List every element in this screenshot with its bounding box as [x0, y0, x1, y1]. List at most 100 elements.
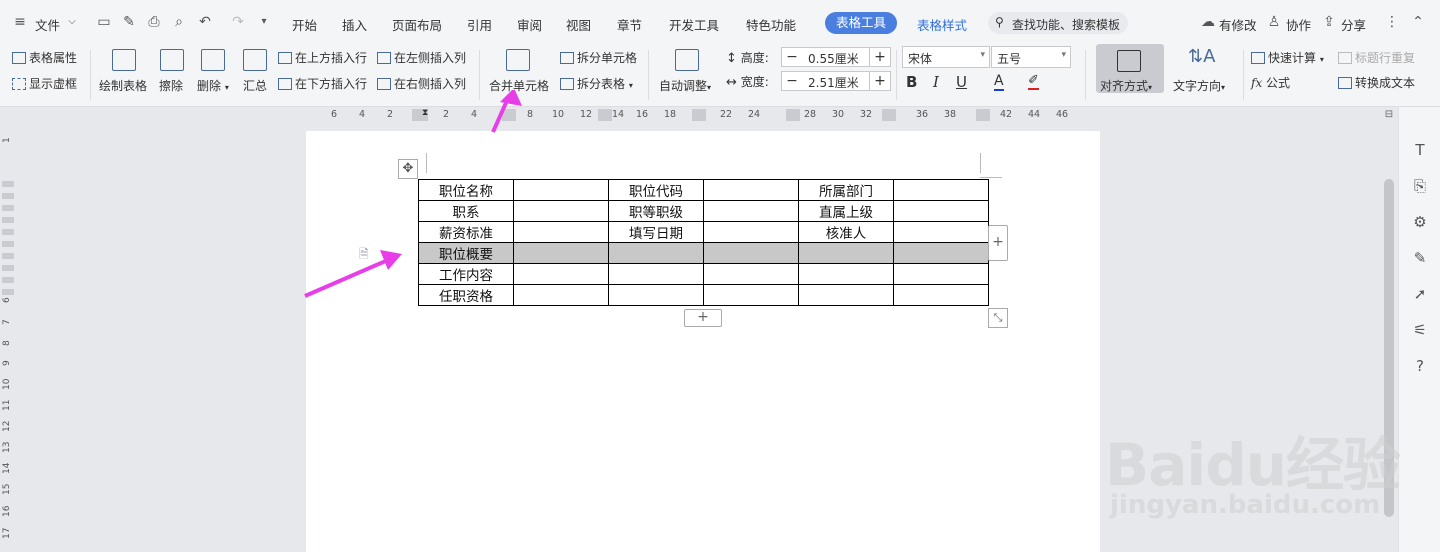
share-button[interactable]: 分享 [1341, 15, 1366, 34]
tab-table-style[interactable]: 表格样式 [917, 15, 967, 34]
auto-fit-button[interactable]: 自动调整▾ [659, 77, 711, 94]
row-height-value[interactable]: 0.55厘米 [808, 50, 859, 67]
decrease-height-button[interactable]: − [782, 48, 802, 66]
table-cell[interactable] [608, 263, 704, 285]
pen-icon[interactable]: ✎ [1410, 249, 1430, 267]
erase-button[interactable]: 擦除 [159, 77, 183, 94]
resize-table-icon[interactable]: ⤡ [988, 308, 1008, 328]
insert-col-left-button[interactable]: 在左侧插入列 [377, 49, 466, 66]
table-cell[interactable] [893, 263, 989, 285]
print-icon[interactable]: ⎙ [146, 14, 162, 30]
increase-height-button[interactable]: + [869, 48, 890, 66]
convert-to-text-button[interactable]: 转换成文本 [1338, 74, 1415, 91]
bold-icon[interactable]: B [906, 73, 917, 91]
ruler-column-marker[interactable] [692, 109, 706, 121]
font-name-select[interactable]: 宋体 ▾ [902, 46, 990, 68]
table-cell[interactable] [703, 179, 799, 201]
table-cell[interactable] [798, 284, 894, 306]
tab-table-tools[interactable]: 表格工具 [825, 12, 897, 34]
summary-button[interactable]: 汇总 [243, 77, 267, 94]
highlight-icon[interactable]: ✐ [1028, 73, 1039, 90]
tab-developer[interactable]: 开发工具 [669, 15, 719, 34]
add-column-icon[interactable]: + [988, 225, 1008, 261]
cursor-icon[interactable]: ➚ [1410, 285, 1430, 303]
ruler-column-marker[interactable] [882, 109, 896, 121]
draw-table-button[interactable]: 绘制表格 [99, 77, 147, 94]
table-cell[interactable] [608, 284, 704, 306]
col-width-spinner[interactable]: − 2.51厘米 + [781, 71, 891, 91]
table-cell[interactable] [608, 242, 704, 264]
format-painter-icon[interactable]: ✎ [121, 14, 137, 30]
scroll-top-icon[interactable]: ⊟ [1383, 109, 1395, 121]
tab-features[interactable]: 特色功能 [746, 15, 796, 34]
table-cell[interactable] [893, 284, 989, 306]
more-icon[interactable]: ▾ [256, 14, 272, 30]
table-cell[interactable]: 核准人 [798, 221, 894, 243]
hamburger-icon[interactable]: ≡ [12, 14, 28, 30]
table-cell[interactable]: 职等职级 [608, 200, 704, 222]
collapse-ribbon-icon[interactable]: ⌃ [1410, 14, 1426, 30]
formula-button[interactable]: fx 公式 [1251, 74, 1290, 91]
save-icon[interactable]: ▭ [96, 14, 112, 30]
more-options-icon[interactable]: ⋮ [1384, 14, 1400, 30]
table-cell[interactable] [893, 200, 989, 222]
document-icon[interactable]: ⎘ [1410, 177, 1430, 195]
tab-home[interactable]: 开始 [292, 15, 317, 34]
show-grid-button[interactable]: 显示虚框 [12, 75, 77, 92]
insert-row-above-button[interactable]: 在上方插入行 [278, 49, 367, 66]
split-cells-button[interactable]: 拆分单元格 [560, 49, 637, 66]
ruler-column-marker[interactable] [976, 109, 990, 121]
increase-width-button[interactable]: + [869, 72, 890, 90]
font-size-select[interactable]: 五号 ▾ [991, 46, 1071, 68]
table-cell[interactable] [893, 221, 989, 243]
align-button[interactable]: 对齐方式▾ [1100, 77, 1152, 94]
tab-review[interactable]: 审阅 [517, 15, 542, 34]
table-cell[interactable] [703, 221, 799, 243]
print-preview-icon[interactable]: ⌕ [171, 14, 187, 30]
tab-references[interactable]: 引用 [467, 15, 492, 34]
sliders-icon[interactable]: ⚟ [1410, 321, 1430, 339]
vertical-ruler[interactable]: 1 6 7 8 9 10 11 12 13 14 15 16 17 [0, 107, 16, 552]
table-props-button[interactable]: 表格属性 [12, 49, 77, 66]
help-icon[interactable]: ? [1410, 357, 1430, 375]
redo-icon[interactable]: ↷ [230, 14, 246, 30]
tab-chapter[interactable]: 章节 [617, 15, 642, 34]
file-menu[interactable]: 文件 [35, 15, 60, 34]
tab-page-layout[interactable]: 页面布局 [392, 15, 442, 34]
ruler-column-marker[interactable] [786, 109, 800, 121]
delete-button[interactable]: 删除 ▾ [197, 77, 229, 94]
split-table-button[interactable]: 拆分表格 ▾ [560, 75, 633, 92]
tab-view[interactable]: 视图 [566, 15, 591, 34]
table-cell[interactable] [703, 242, 799, 264]
search-box[interactable]: ⚲ 查找功能、搜索模板 [988, 12, 1128, 34]
table-cell[interactable]: 填写日期 [608, 221, 704, 243]
table-cell[interactable] [703, 263, 799, 285]
col-width-value[interactable]: 2.51厘米 [808, 74, 859, 91]
decrease-width-button[interactable]: − [782, 72, 802, 90]
undo-icon[interactable]: ↶ [197, 14, 213, 30]
modified-status[interactable]: 有修改 [1219, 15, 1257, 34]
table-cell[interactable] [893, 242, 989, 264]
chevron-down-icon[interactable]: ⌵ [64, 14, 80, 30]
table-cell[interactable] [798, 263, 894, 285]
add-row-icon[interactable]: + [684, 309, 722, 327]
tab-insert[interactable]: 插入 [342, 15, 367, 34]
row-height-spinner[interactable]: − 0.55厘米 + [781, 47, 891, 67]
document-settings-icon[interactable]: ⚙ [1410, 213, 1430, 231]
ruler-column-marker[interactable] [598, 109, 612, 121]
table-cell[interactable]: 所属部门 [798, 179, 894, 201]
text-direction-button[interactable]: 文字方向▾ [1173, 77, 1225, 94]
underline-icon[interactable]: U [956, 73, 967, 91]
collab-button[interactable]: 协作 [1286, 15, 1311, 34]
table-cell[interactable] [703, 284, 799, 306]
table-cell[interactable]: 直属上级 [798, 200, 894, 222]
repeat-header-button[interactable]: 标题行重复 [1338, 49, 1415, 66]
text-style-icon[interactable]: T [1410, 141, 1430, 159]
quick-calc-button[interactable]: 快速计算 ▾ [1251, 49, 1324, 66]
italic-icon[interactable]: I [933, 73, 939, 91]
table-cell[interactable] [798, 242, 894, 264]
font-color-icon[interactable]: A [994, 73, 1004, 91]
table-cell[interactable] [893, 179, 989, 201]
table-cell[interactable]: 职位代码 [608, 179, 704, 201]
table-cell[interactable] [703, 200, 799, 222]
